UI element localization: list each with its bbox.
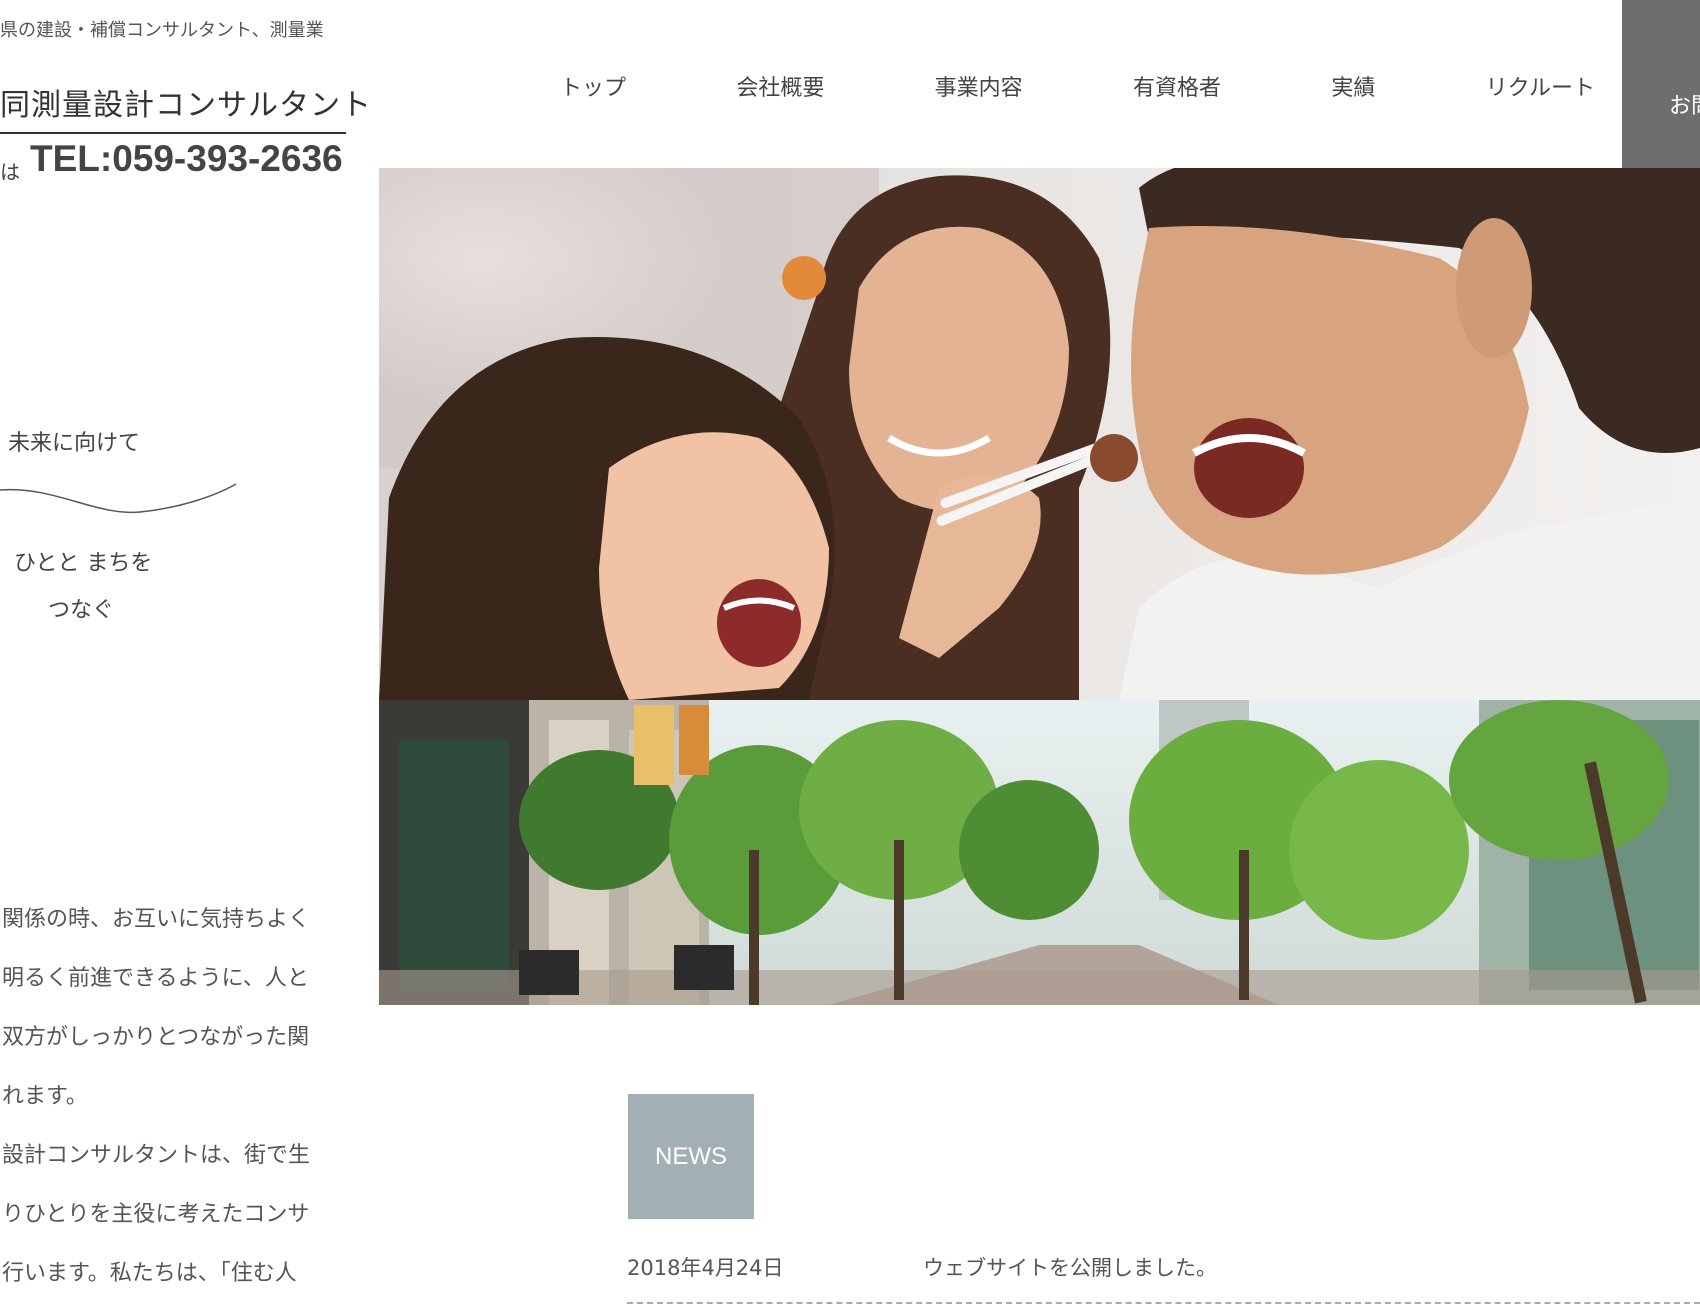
nav-item-recruit[interactable]: リクルート <box>1486 70 1595 102</box>
street-trees-photo <box>379 700 1700 1005</box>
tel-prefix: は <box>0 160 20 184</box>
intro-paragraph: 関係の時、お互いに気持ちよく 明るく前進できるように、人と 双方がしっかりとつな… <box>2 890 346 1303</box>
news-divider <box>627 1302 1700 1304</box>
news-badge: NEWS <box>628 1094 754 1219</box>
news-item-link[interactable]: ウェブサイトを公開しました。 <box>923 1252 1217 1282</box>
intro-line: りひとりを主役に考えたコンサ <box>2 1202 310 1227</box>
intro-line: 双方がしっかりとつながった関 <box>2 1025 310 1050</box>
intro-line: 関係の時、お互いに気持ちよく <box>2 907 311 932</box>
nav-item-business[interactable]: 事業内容 <box>935 70 1023 102</box>
news-label: NEWS <box>655 1142 727 1170</box>
side-copy-line2: ひとと まちを <box>14 551 153 576</box>
main-nav: トップ 会社概要 事業内容 有資格者 実績 リクルート <box>560 68 1595 104</box>
side-copy-line3: つなぐ <box>48 598 115 623</box>
hero-family-photo <box>379 168 1700 700</box>
intro-line: 設計コンサルタントは、街で生 <box>2 1143 311 1168</box>
nav-item-top[interactable]: トップ <box>560 70 626 102</box>
nav-item-works[interactable]: 実績 <box>1331 70 1375 102</box>
contact-label: お問 <box>1669 94 1700 119</box>
side-copy-line1: 未来に向けて <box>8 431 141 456</box>
news-date: 2018年4月24日 <box>627 1256 784 1280</box>
nav-item-company[interactable]: 会社概要 <box>736 70 824 102</box>
logo-underline <box>0 132 346 134</box>
phone-number[interactable]: TEL:059-393-2636 <box>30 138 343 180</box>
decorative-wave-line <box>0 483 237 514</box>
site-tagline: 県の建設・補償コンサルタント、測量業 <box>0 20 324 41</box>
company-logo-text[interactable]: 同測量設計コンサルタント <box>0 80 372 124</box>
intro-line: れます。 <box>2 1084 88 1109</box>
intro-line: 行います。私たちは、「住む人 <box>2 1261 297 1286</box>
contact-button[interactable]: お問 <box>1622 0 1700 168</box>
intro-line: 明るく前進できるように、人と <box>2 966 309 991</box>
nav-item-qualified[interactable]: 有資格者 <box>1133 70 1221 102</box>
